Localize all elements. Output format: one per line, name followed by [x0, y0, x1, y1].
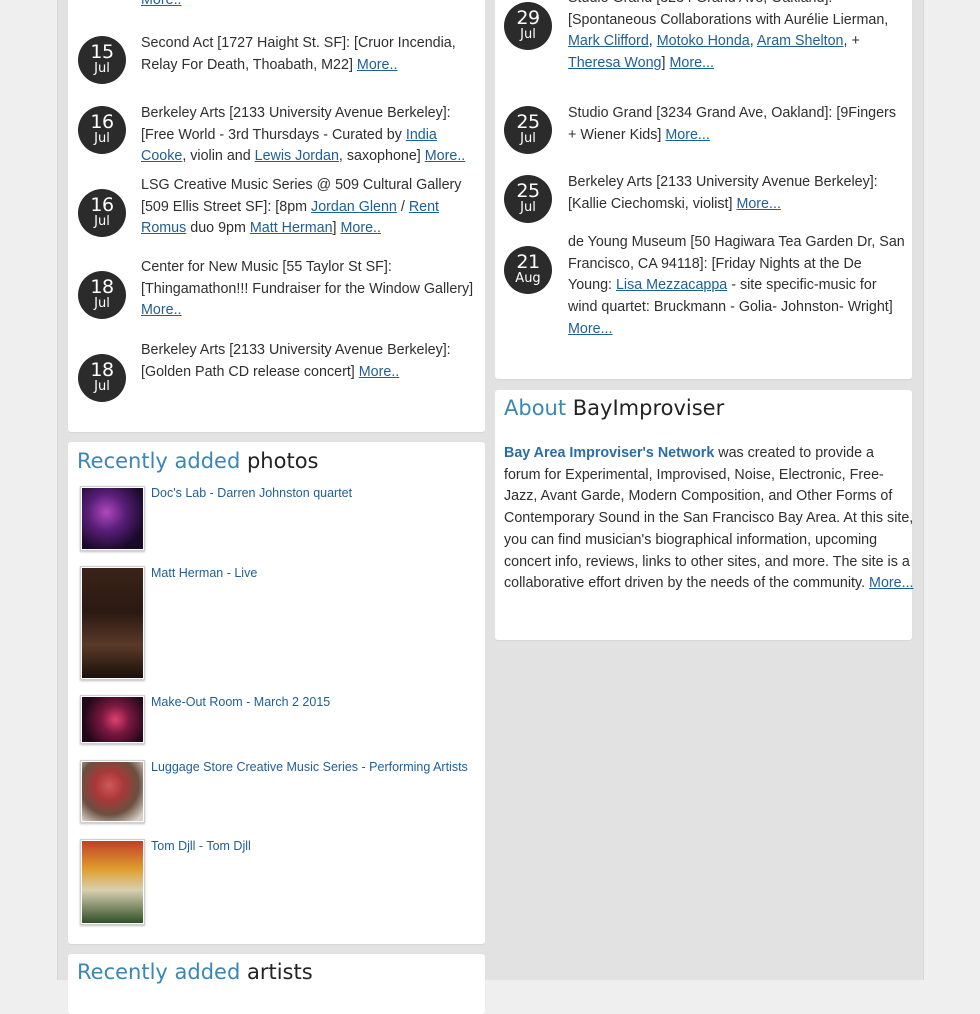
recent-artists-panel: Recently added artists: [68, 954, 485, 1014]
artist-link[interactable]: Jordan Glenn: [311, 199, 397, 215]
event-description: Berkeley Arts [2133 University Avenue Be…: [141, 105, 466, 165]
event-description: Berkeley Arts [2133 University Avenue Be…: [568, 174, 878, 212]
upcoming-events-right: 29Jul Studio Grand [3234 Grand Ave, Oakl…: [495, 0, 912, 379]
more-link[interactable]: More..: [141, 302, 182, 318]
more-link[interactable]: More...: [665, 127, 710, 143]
event-date-badge: 29 Jul: [504, 2, 552, 50]
more-link[interactable]: More...: [869, 575, 914, 591]
event-date-badge: 16 Jul: [78, 189, 126, 237]
event-date-badge: 25 Jul: [504, 106, 552, 154]
event-description: LSG Creative Music Series @ 509 Cultural…: [141, 177, 462, 237]
event-date-badge: 16 Jul: [78, 106, 126, 154]
event-description: Studio Grand [3234 Grand Ave, Oakland]: …: [568, 105, 896, 143]
about-panel: About BayImproviser Bay Area Improviser'…: [495, 390, 914, 640]
more-link[interactable]: More..: [357, 57, 398, 73]
more-link[interactable]: More...: [669, 55, 714, 71]
more-link[interactable]: More...: [736, 196, 781, 212]
recent-photos-panel: Recently added photos Doc's Lab - Darren…: [68, 442, 485, 944]
artist-link[interactable]: Lisa Mezzacappa: [616, 277, 727, 293]
photo-thumbnail[interactable]: [80, 566, 145, 680]
photo-thumbnail[interactable]: [80, 695, 145, 744]
event-date-badge: 18 Jul: [78, 354, 126, 402]
photo-thumbnail[interactable]: [80, 760, 145, 823]
event-description: Berkeley Arts [2133 University Avenue Be…: [141, 342, 451, 380]
photo-title-link[interactable]: Make-Out Room - March 2 2015: [151, 695, 330, 709]
more-link[interactable]: More..: [359, 364, 400, 380]
photo-title-link[interactable]: Tom Djll - Tom Djll: [151, 839, 251, 853]
event-description: Second Act [1727 Haight St. SF]: [Cruor …: [141, 35, 456, 73]
photos-title: Recently added photos: [77, 449, 319, 473]
artists-title: Recently added artists: [77, 960, 313, 984]
more-link[interactable]: More..: [340, 220, 381, 236]
about-title: About BayImproviser: [504, 396, 725, 420]
event-date-badge: 21 Aug: [504, 246, 552, 294]
photo-thumbnail[interactable]: [80, 486, 145, 551]
more-link[interactable]: More..: [425, 148, 466, 164]
photo-title-link[interactable]: Matt Herman - Live: [151, 566, 257, 580]
artist-link[interactable]: Motoko Honda: [657, 33, 750, 49]
more-link[interactable]: More..: [141, 0, 182, 11]
event-date-badge: 18 Jul: [78, 271, 126, 319]
event-date-badge: 15 Jul: [78, 36, 126, 84]
photo-thumbnail[interactable]: [80, 839, 145, 925]
artist-link[interactable]: Aram Shelton: [757, 33, 844, 49]
photo-title-link[interactable]: Luggage Store Creative Music Series - Pe…: [151, 760, 468, 774]
org-name-link[interactable]: Bay Area Improviser's Network: [504, 445, 714, 461]
page-container: More.. 15 Jul Second Act [1727 Haight St.…: [57, 0, 924, 1014]
artist-link[interactable]: Mark Clifford: [568, 33, 649, 49]
photo-title-link[interactable]: Doc's Lab - Darren Johnston quartet: [151, 486, 352, 500]
artist-link[interactable]: Matt Herman: [250, 220, 333, 236]
artist-link[interactable]: Theresa Wong: [568, 55, 662, 71]
event-description: Center for New Music [55 Taylor St SF]: …: [141, 259, 474, 319]
about-description: Bay Area Improviser's Network was create…: [504, 445, 914, 592]
event-description: de Young Museum [50 Hagiwara Tea Garden …: [568, 234, 905, 337]
event-description: Studio Grand [3234 Grand Ave, Oakland]: …: [568, 0, 889, 72]
artist-link[interactable]: Lewis Jordan: [255, 148, 339, 164]
upcoming-events-left: More.. 15 Jul Second Act [1727 Haight St.…: [68, 0, 485, 432]
more-link[interactable]: More...: [568, 321, 613, 337]
event-date-badge: 25 Jul: [504, 175, 552, 223]
